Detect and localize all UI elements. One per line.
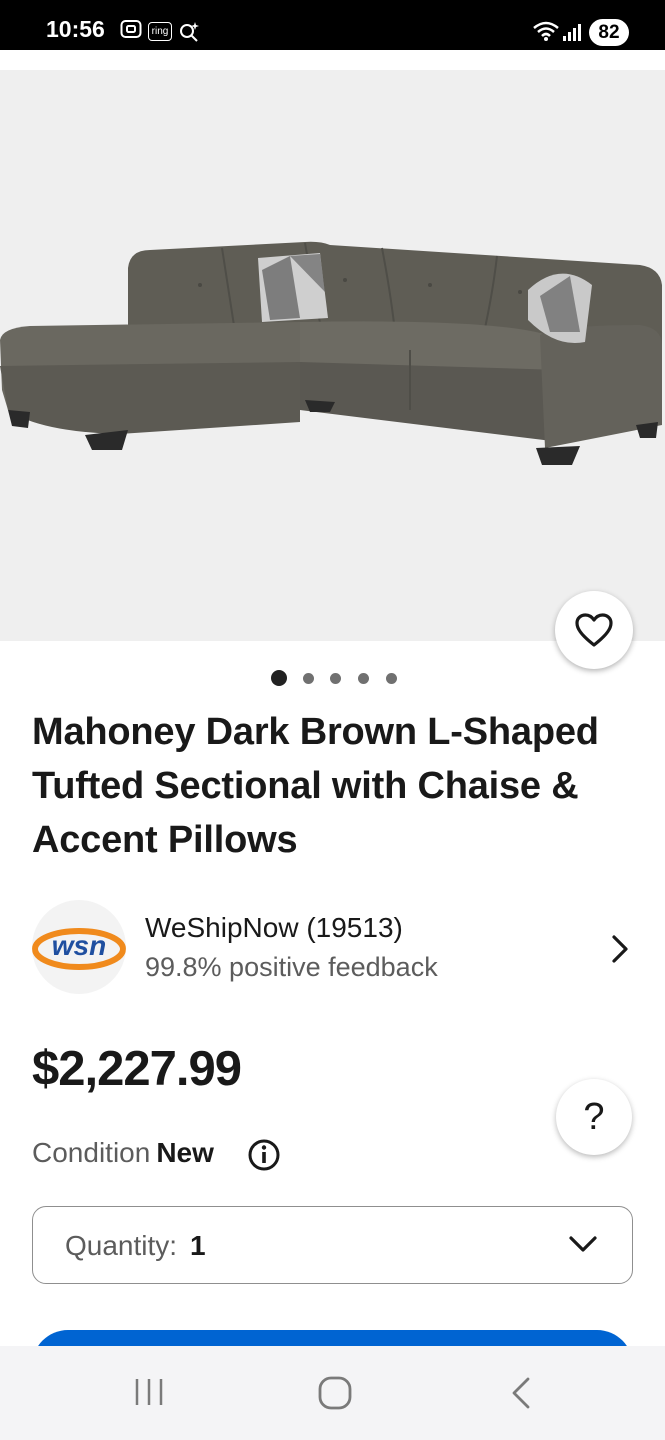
quantity-label: Quantity: [65,1230,178,1261]
heart-icon [575,613,613,647]
top-spacer [0,50,665,70]
seller-name: WeShipNow (19513) [145,912,403,943]
status-time: 10:56 [46,16,105,42]
carousel-dot[interactable] [386,673,397,684]
seller-card[interactable]: wsn WeShipNow (19513) 99.8% positive fee… [32,898,637,994]
carousel-dot[interactable] [330,673,341,684]
status-bar: 10:56 ring 82 [0,0,665,50]
ring-icon: ring [148,22,172,41]
carousel-dot[interactable] [303,673,314,684]
carousel-dot[interactable] [271,670,287,686]
battery-indicator: 82 [589,19,629,46]
product-price: $2,227.99 [32,1042,242,1096]
seller-feedback: 99.8% positive feedback [145,952,438,982]
signal-icon [562,22,582,47]
favorite-button[interactable] [555,591,633,669]
system-nav-bar [0,1346,665,1440]
recent-apps-icon[interactable] [133,1376,165,1413]
sofa-illustration [0,241,662,465]
back-icon[interactable] [508,1376,534,1415]
chevron-right-icon [610,934,630,969]
home-icon[interactable] [318,1376,352,1415]
condition-label: Condition [32,1137,151,1168]
screenshot-icon [120,19,142,44]
wifi-icon [532,20,560,47]
seller-logo: wsn [32,900,126,994]
product-image[interactable] [0,70,665,641]
chevron-down-icon [567,1233,599,1260]
seller-logo-text: wsn [52,930,106,961]
condition-value: New [156,1137,214,1168]
help-button[interactable]: ? [556,1079,632,1155]
search-sparkle-icon [178,20,200,47]
condition-row: Condition New [32,1137,214,1169]
carousel-dot[interactable] [358,673,369,684]
product-title: Mahoney Dark Brown L-Shaped Tufted Secti… [32,711,599,861]
quantity-select[interactable]: Quantity: 1 [32,1206,633,1284]
info-icon[interactable] [247,1138,281,1177]
quantity-value: 1 [190,1230,206,1261]
